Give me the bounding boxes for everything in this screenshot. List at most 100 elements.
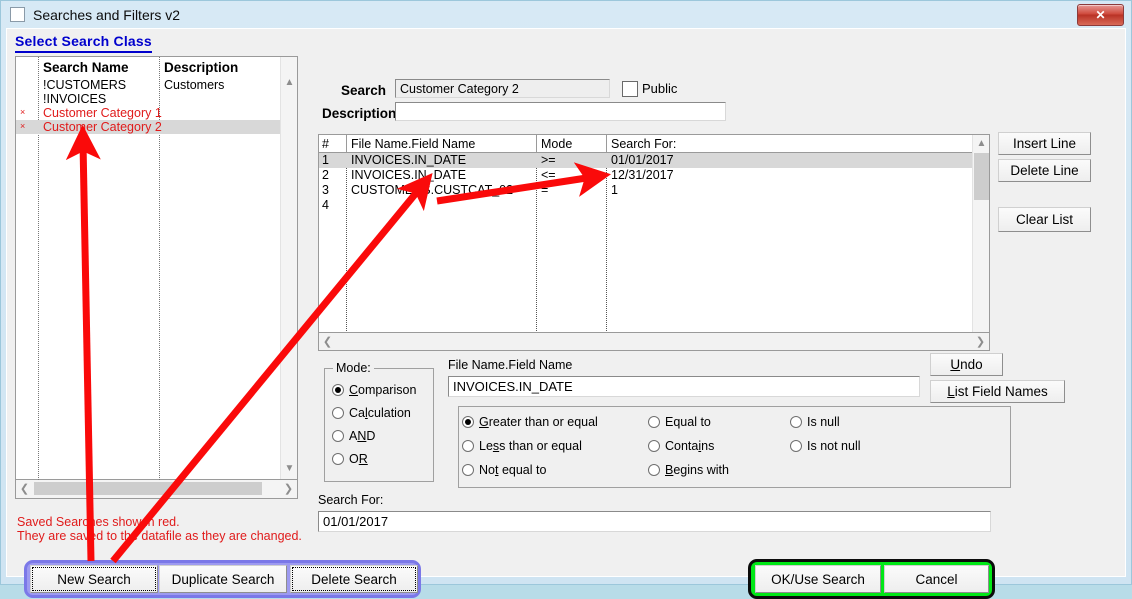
cell-num: 1	[322, 153, 329, 167]
cell-num: 4	[322, 198, 329, 212]
delete-search-button[interactable]: Delete Search	[290, 565, 418, 593]
public-label[interactable]: Public	[642, 81, 677, 96]
operator-radio-is-not-null[interactable]: Is not null	[790, 439, 861, 453]
insert-line-button[interactable]: Insert Line	[998, 132, 1091, 155]
radio-dot[interactable]	[462, 440, 474, 452]
duplicate-search-button[interactable]: Duplicate Search	[159, 565, 287, 593]
cell-value: 01/01/2017	[611, 153, 674, 167]
operator-radio-label: Is null	[807, 415, 840, 429]
radio-dot[interactable]	[462, 416, 474, 428]
mode-radio-calculation[interactable]: Calculation	[332, 406, 411, 420]
close-icon[interactable]: ✕	[1077, 4, 1124, 26]
mode-group-legend: Mode:	[333, 361, 374, 375]
radio-dot[interactable]	[332, 430, 344, 442]
criteria-grid-scrollbar[interactable]: ▲ ▼	[972, 135, 989, 345]
cell-value: 1	[611, 183, 618, 197]
radio-dot[interactable]	[462, 464, 474, 476]
radio-dot[interactable]	[332, 384, 344, 396]
hscroll-thumb[interactable]	[34, 482, 262, 495]
description-input[interactable]	[395, 102, 726, 121]
field-name-label: File Name.Field Name	[448, 358, 573, 372]
header-divider	[346, 135, 347, 153]
vscroll-thumb[interactable]	[974, 153, 989, 200]
search-list-hscrollbar[interactable]: ❮ ❯	[15, 480, 298, 499]
criteria-grid[interactable]: # File Name.Field Name Mode Search For: …	[318, 134, 990, 346]
column-header-description: Description	[164, 60, 239, 75]
operator-radio-begins-with[interactable]: Begins with	[648, 463, 729, 477]
search-list-item-name: Customer Category 1	[43, 106, 162, 120]
dialog-window: Searches and Filters v2 ✕ Select Search …	[0, 0, 1132, 599]
mode-radio-label: AND	[349, 429, 376, 443]
operator-radio-label: Contains	[665, 439, 715, 453]
operator-radio-greater-than-or-equal[interactable]: Greater than or equal	[462, 415, 598, 429]
cell-mode: <=	[541, 168, 556, 182]
radio-dot[interactable]	[790, 440, 802, 452]
field-name-input[interactable]: INVOICES.IN_DATE	[448, 376, 920, 397]
cell-field: INVOICES.IN_DATE	[351, 153, 467, 167]
operator-radio-less-than-or-equal[interactable]: Less than or equal	[462, 439, 582, 453]
list-field-names-button[interactable]: List Field Names	[930, 380, 1065, 403]
radio-dot[interactable]	[648, 416, 660, 428]
operator-radio-label: Is not null	[807, 439, 861, 453]
chevron-right-icon[interactable]: ❯	[972, 333, 989, 350]
search-list-item[interactable]: × Customer Category 1	[16, 106, 297, 120]
cancel-button[interactable]: Cancel	[884, 565, 989, 593]
operator-radio-not-equal-to[interactable]: Not equal to	[462, 463, 546, 477]
cell-mode: >=	[541, 153, 556, 167]
search-list-item-name: !CUSTOMERS	[43, 78, 127, 92]
column-header-search-name: Search Name	[43, 60, 129, 75]
cell-mode: =	[541, 183, 549, 197]
chevron-up-icon[interactable]: ▲	[281, 74, 298, 91]
radio-dot[interactable]	[332, 407, 344, 419]
radio-dot[interactable]	[790, 416, 802, 428]
delete-line-button[interactable]: Delete Line	[998, 159, 1091, 182]
cell-field: INVOICES.IN_DATE	[351, 168, 467, 182]
cell-value: 12/31/2017	[611, 168, 674, 182]
header-divider	[536, 135, 537, 153]
search-list-item[interactable]: !CUSTOMERS Customers	[16, 78, 297, 92]
search-list[interactable]: Search Name Description !CUSTOMERS Custom…	[15, 56, 298, 482]
undo-button[interactable]: Undo	[930, 353, 1003, 376]
table-row[interactable]: 2 INVOICES.IN_DATE <= 12/31/2017	[319, 168, 989, 183]
table-row[interactable]: 3 CUSTOMERS.CUSTCAT_02 = 1	[319, 183, 989, 198]
chevron-left-icon[interactable]: ❮	[319, 333, 336, 350]
operator-radio-contains[interactable]: Contains	[648, 439, 714, 453]
operator-radio-label: Begins with	[665, 463, 729, 477]
operator-radio-is-null[interactable]: Is null	[790, 415, 840, 429]
mode-radio-or[interactable]: OR	[332, 452, 368, 466]
document-icon	[10, 7, 25, 22]
search-name-input[interactable]: Customer Category 2	[395, 79, 610, 98]
search-list-item[interactable]: × Customer Category 2	[16, 120, 297, 134]
chevron-right-icon[interactable]: ❯	[280, 480, 297, 497]
table-row[interactable]: 4	[319, 198, 989, 213]
operator-radio-label: Not equal to	[479, 463, 547, 477]
chevron-down-icon[interactable]: ▼	[281, 460, 298, 477]
header-divider	[606, 135, 607, 153]
note-line-2: They are saved to the datafile as they a…	[17, 529, 302, 543]
mode-radio-label: Comparison	[349, 383, 417, 397]
search-for-input[interactable]: 01/01/2017	[318, 511, 991, 532]
operator-radio-label: Greater than or equal	[479, 415, 598, 429]
operator-radio-equal-to[interactable]: Equal to	[648, 415, 711, 429]
radio-dot[interactable]	[648, 440, 660, 452]
column-header-mode: Mode	[541, 137, 573, 151]
public-checkbox[interactable]	[622, 81, 638, 97]
table-row[interactable]: 1 INVOICES.IN_DATE >= 01/01/2017	[319, 153, 989, 168]
radio-dot[interactable]	[648, 464, 660, 476]
criteria-grid-body[interactable]: 1 INVOICES.IN_DATE >= 01/01/2017 2 INVOICES.I…	[319, 153, 989, 345]
new-search-button[interactable]: New Search	[30, 565, 158, 593]
chevron-left-icon[interactable]: ❮	[16, 480, 33, 497]
search-list-item[interactable]: !INVOICES	[16, 92, 297, 106]
criteria-grid-header: # File Name.Field Name Mode Search For:	[319, 135, 989, 153]
radio-dot[interactable]	[332, 453, 344, 465]
operator-radio-label: Equal to	[665, 415, 711, 429]
ok-use-search-button[interactable]: OK/Use Search	[755, 565, 881, 593]
criteria-grid-hscrollbar[interactable]: ❮ ❯	[318, 332, 990, 351]
mode-radio-comparison[interactable]: Comparison	[332, 383, 416, 397]
chevron-up-icon[interactable]: ▲	[973, 135, 990, 152]
clear-list-button[interactable]: Clear List	[998, 207, 1091, 232]
mode-radio-and[interactable]: AND	[332, 429, 375, 443]
column-header-field: File Name.Field Name	[351, 137, 476, 151]
mode-radio-label: Calculation	[349, 406, 411, 420]
search-list-scrollbar[interactable]: ▲ ▼	[280, 57, 297, 479]
